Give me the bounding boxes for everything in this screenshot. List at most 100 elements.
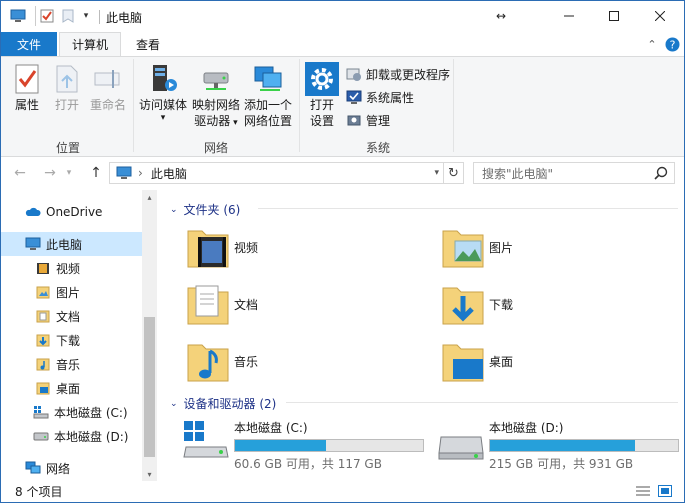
folders-header-label: 文件夹 (6) [183,203,241,217]
manage-icon [345,111,363,129]
group-location-label: 位置 [55,141,80,155]
access-media-label: 访问媒体 [138,98,187,112]
address-bar[interactable]: › 此电脑 ▾ ↻ [109,162,464,184]
search-icon[interactable] [654,166,668,183]
tab-file[interactable]: 文件 [1,32,57,56]
sidebar-item-videos[interactable]: 视频 [1,256,142,280]
uninstall-label: 卸载或更改程序 [366,67,451,82]
properties-quick-icon[interactable] [35,6,57,26]
uninstall-button[interactable]: 卸载或更改程序 [345,64,450,84]
network-drive-icon [198,61,234,97]
sidebar-item-onedrive[interactable]: OneDrive [1,200,142,224]
search-input[interactable]: 搜索"此电脑" [482,165,553,182]
map-drive-label-line2: 驱动器 ▾ [194,114,238,128]
access-media-button[interactable]: 访问媒体 ▾ [137,61,189,123]
minimize-button[interactable] [546,1,591,31]
folder-tile-pictures[interactable]: 图片 [441,222,513,272]
collapse-chevron-icon[interactable]: ⌄ [170,399,178,409]
sidebar-item-network[interactable]: 网络 [1,456,142,480]
music-folder-icon [186,337,230,385]
folder-tile-documents[interactable]: 文档 [186,279,258,329]
collapse-ribbon-icon[interactable]: ⌃ [643,35,661,53]
ribbon-divider [133,59,134,152]
folder-tile-downloads[interactable]: 下载 [441,279,513,329]
sidebar-item-documents[interactable]: 文档 [1,304,142,328]
sidebar-item-pictures[interactable]: 图片 [1,280,142,304]
manage-button[interactable]: 管理 [345,110,390,130]
network-location-icon [250,61,286,97]
folder-tile-desktop[interactable]: 桌面 [441,336,513,386]
drive-name: 本地磁盘 (C:) [234,421,308,435]
hard-drive-icon [33,428,49,444]
scrollbar-thumb[interactable] [144,317,155,457]
details-view-icon[interactable] [636,485,650,500]
forward-arrow-icon[interactable]: → [41,164,59,182]
map-drive-label-text: 驱动器 [194,114,231,128]
search-box[interactable]: 搜索"此电脑" [473,162,675,184]
open-settings-button[interactable]: 打开 设置 [303,61,341,129]
folders-section-header[interactable]: ⌄ 文件夹 (6) [170,201,240,218]
music-folder-icon [35,356,51,372]
drive-usage-fill [490,440,635,451]
customize-qat-chevron-icon[interactable]: ▾ [79,6,93,26]
drive-name: 本地磁盘 (D:) [489,421,564,435]
sidebar-item-drive-d[interactable]: 本地磁盘 (D:) [1,424,142,448]
pictures-folder-icon [35,284,51,300]
properties-button[interactable]: 属性 [7,61,47,113]
folder-tile-videos[interactable]: 视频 [186,222,258,272]
sidebar-item-label: 桌面 [56,381,81,396]
breadcrumb[interactable]: 此电脑 [151,165,187,182]
scroll-down-icon[interactable]: ▾ [142,467,157,481]
add-network-location-button[interactable]: 添加一个 网络位置 [243,61,293,129]
scroll-up-icon[interactable]: ▴ [142,190,157,204]
recent-locations-chevron-icon[interactable]: ▾ [63,164,75,182]
sidebar-item-desktop[interactable]: 桌面 [1,376,142,400]
documents-folder-icon [35,308,51,324]
svg-text:?: ? [669,38,675,51]
help-icon[interactable]: ? [663,35,681,53]
navigation-scrollbar[interactable]: ▴ ▾ [142,190,157,481]
ribbon: 属性 打开 重命名 位置 访问媒体 ▾ 映射网络 驱动器 ▾ 添加一个 网络位置… [1,56,684,157]
content-pane: ⌄ 文件夹 (6) ⌄ 设备和驱动器 (2) 视频 图片 文档 下载 音乐 桌面… [158,190,684,481]
collapse-chevron-icon[interactable]: ⌄ [170,205,178,215]
section-divider [258,208,678,209]
tab-view[interactable]: 查看 [122,32,174,56]
sidebar-item-label: 本地磁盘 (D:) [54,429,129,444]
sidebar-item-downloads[interactable]: 下载 [1,328,142,352]
system-properties-button[interactable]: 系统属性 [345,87,414,107]
drive-tile-d[interactable]: 本地磁盘 (D:) 215 GB 可用，共 931 GB [437,419,679,472]
sidebar-item-label: 网络 [46,461,71,476]
breadcrumb-chevron-icon[interactable]: › [138,166,143,180]
open-button[interactable]: 打开 [49,61,85,113]
drive-usage-bar [234,439,424,452]
address-dropdown-icon[interactable]: ▾ [434,168,439,178]
tab-computer[interactable]: 计算机 [59,32,121,56]
folder-tile-music[interactable]: 音乐 [186,336,258,386]
rename-button[interactable]: 重命名 [87,61,129,113]
computer-app-icon[interactable] [7,6,29,26]
sidebar-item-music[interactable]: 音乐 [1,352,142,376]
sidebar-item-this-pc[interactable]: 此电脑 [1,232,142,256]
refresh-icon[interactable]: ↻ [443,162,463,184]
system-properties-icon [345,88,363,106]
close-button[interactable] [637,1,682,31]
window-title: 此电脑 [106,11,143,25]
sidebar-item-label: 下载 [56,333,81,348]
item-count: 8 个项目 [15,485,63,499]
sidebar-item-label: 文档 [56,309,81,324]
up-arrow-icon[interactable]: ↑ [87,164,105,182]
sidebar-item-label: 音乐 [56,357,81,372]
maximize-button[interactable] [591,1,636,31]
drive-tile-c[interactable]: 本地磁盘 (C:) 60.6 GB 可用，共 117 GB [182,419,424,472]
video-folder-icon [186,223,230,271]
tile-label: 音乐 [234,354,259,369]
sidebar-item-drive-c[interactable]: 本地磁盘 (C:) [1,400,142,424]
new-folder-quick-icon[interactable] [59,6,77,26]
computer-icon [25,236,41,252]
devices-section-header[interactable]: ⌄ 设备和驱动器 (2) [170,395,276,412]
map-network-drive-button[interactable]: 映射网络 驱动器 ▾ [191,61,241,131]
back-arrow-icon[interactable]: ← [11,164,29,182]
documents-folder-icon [186,280,230,328]
ribbon-divider [453,59,454,152]
tiles-view-icon[interactable] [658,485,672,500]
